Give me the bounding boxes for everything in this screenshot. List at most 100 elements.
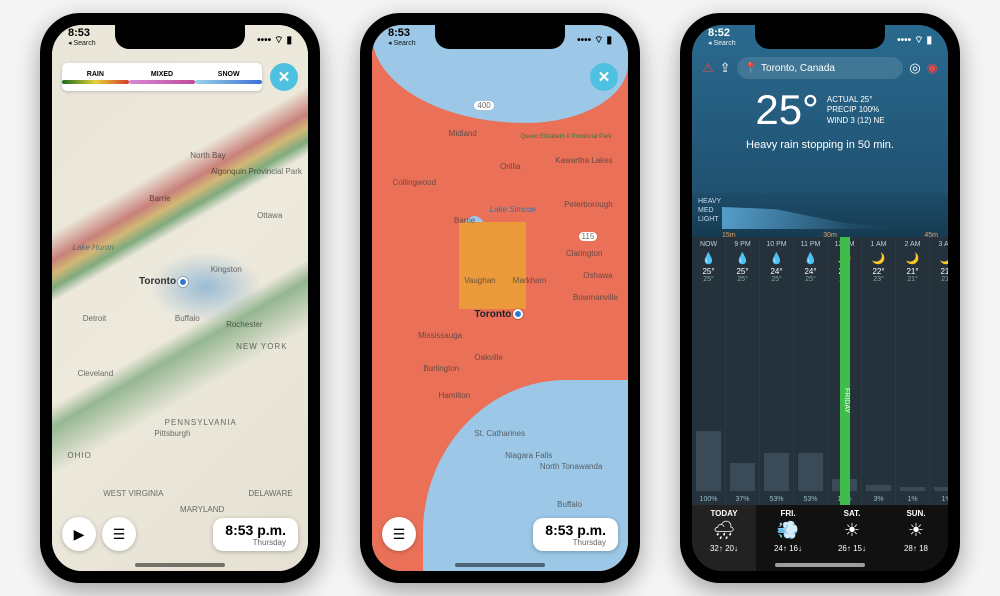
city-pittsburgh: Pittsburgh xyxy=(154,429,190,438)
city-toronto: Toronto xyxy=(139,276,188,287)
city-mississauga: Mississauga xyxy=(418,331,462,340)
day-icon: 🌧 xyxy=(692,520,756,542)
timestamp-time: 8:53 p.m. xyxy=(225,522,286,538)
city-ottawa: Ottawa xyxy=(257,211,282,220)
play-icon: ▶ xyxy=(74,526,85,543)
timestamp-time: 8:53 p.m. xyxy=(545,522,606,538)
precip-graph[interactable]: HEAVY MED LIGHT 15m 30m 45m xyxy=(692,193,948,237)
hour-col[interactable]: 1 AM🌙22°23°3% xyxy=(862,237,896,505)
hour-precip: 53% xyxy=(803,496,817,503)
city-collingwood: Collingwood xyxy=(392,178,436,187)
location-text: Toronto, Canada xyxy=(761,63,835,74)
day-col[interactable]: SAT.☀26↑ 15↓ xyxy=(820,505,884,571)
city-buffalo2: Buffalo xyxy=(557,500,582,509)
hour-icon: 💧 xyxy=(770,252,784,265)
hour-col[interactable]: 9 PM💧25°25°37% xyxy=(726,237,760,505)
hour-precip: 37% xyxy=(735,496,749,503)
day-label: FRI. xyxy=(756,509,820,518)
hour-icon: 🌙 xyxy=(940,252,948,265)
hour-col[interactable]: 3 AM🌙21°21°1% xyxy=(930,237,948,505)
layers-icon: ☰ xyxy=(113,526,126,543)
day-label: SAT. xyxy=(820,509,884,518)
breadcrumb-back[interactable]: ◂ Search xyxy=(68,40,96,47)
settings-icon[interactable]: ◎ xyxy=(909,60,920,76)
play-button[interactable]: ▶ xyxy=(62,517,96,551)
kawartha: Kawartha Lakes xyxy=(555,156,612,165)
hour-col[interactable]: NOW💧25°25°100% xyxy=(692,237,726,505)
wifi-icon: ⌔ xyxy=(274,34,283,47)
hour-precip: 53% xyxy=(769,496,783,503)
level-light: LIGHT xyxy=(698,215,721,224)
day-label: SUN. xyxy=(884,509,948,518)
city-oshawa: Oshawa xyxy=(583,271,612,280)
day-col[interactable]: SUN.☀28↑ 18 xyxy=(884,505,948,571)
timestamp-pill[interactable]: 8:53 p.m. Thursday xyxy=(533,518,618,551)
day-col[interactable]: FRI.💨24↑ 16↓ xyxy=(756,505,820,571)
city-barrie: Barrie xyxy=(454,216,475,225)
city-vaughan: Vaughan xyxy=(464,276,495,285)
layers-button[interactable]: ☰ xyxy=(382,517,416,551)
city-markham: Markham xyxy=(513,276,546,285)
hour-icon: 🌙 xyxy=(872,252,886,265)
alert-icon[interactable]: ⚠ xyxy=(702,60,714,76)
hour-precip: 3% xyxy=(873,496,883,503)
daily-forecast[interactable]: TODAY🌧32↑ 20↓FRI.💨24↑ 16↓SAT.☀26↑ 15↓SUN… xyxy=(692,505,948,571)
state-ohio: OHIO xyxy=(67,451,91,460)
hourly-forecast[interactable]: NOW💧25°25°100%9 PM💧25°25°37%10 PM💧24°25°… xyxy=(692,237,948,505)
breadcrumb-back[interactable]: ◂ Search xyxy=(708,40,736,47)
hour-icon: 💧 xyxy=(702,252,716,265)
location-pill[interactable]: 📍 Toronto, Canada xyxy=(737,57,904,79)
hour-temp: 22° xyxy=(872,267,884,276)
level-heavy: HEAVY xyxy=(698,197,721,206)
wifi-icon: ⌔ xyxy=(594,34,603,47)
route-115: 115 xyxy=(579,232,598,241)
warning-map[interactable]: Toronto Barrie Vaughan Markham Mississau… xyxy=(372,25,628,571)
day-icon: ☀ xyxy=(884,520,948,542)
precip-legend: RAIN MIXED SNOW xyxy=(62,63,262,91)
home-indicator[interactable] xyxy=(455,563,545,567)
day-temps: 32↑ 20↓ xyxy=(692,544,756,553)
close-icon: ✕ xyxy=(598,68,611,86)
hour-icon: 💧 xyxy=(804,252,818,265)
hour-label: 2 AM xyxy=(905,241,921,248)
city-midland: Midland xyxy=(449,129,477,138)
city-oakville: Oakville xyxy=(474,353,502,362)
breadcrumb-back[interactable]: ◂ Search xyxy=(388,40,416,47)
city-northbay: North Bay xyxy=(190,151,226,160)
state-penn: PENNSYLVANIA xyxy=(165,418,237,427)
label-algonquin: Algonquin Provincial Park xyxy=(211,167,302,176)
close-button[interactable]: ✕ xyxy=(590,63,618,91)
city-rochester: Rochester xyxy=(226,320,262,329)
city-hamilton: Hamilton xyxy=(439,391,471,400)
route-400: 400 xyxy=(474,101,493,110)
day-col[interactable]: TODAY 🌧 32↑ 20↓ xyxy=(692,505,756,571)
battery-icon: ▮ xyxy=(286,35,292,46)
home-indicator[interactable] xyxy=(135,563,225,567)
close-button[interactable]: ✕ xyxy=(270,63,298,91)
hour-col[interactable]: 2 AM🌙21°21°1% xyxy=(896,237,930,505)
hour-feel: 25° xyxy=(771,276,782,283)
hour-label: 10 PM xyxy=(766,241,786,248)
hour-precip: 100% xyxy=(700,496,718,503)
radar-map[interactable]: Toronto Ottawa Kingston Buffalo Rocheste… xyxy=(52,25,308,571)
signal-icon: •••• xyxy=(257,35,271,46)
city-buffalo: Buffalo xyxy=(175,314,200,323)
day-label: TODAY xyxy=(692,509,756,518)
wind-info: WIND 3 (12) NE xyxy=(827,116,885,126)
wifi-icon: ⌔ xyxy=(914,34,923,47)
hour-temp: 21° xyxy=(906,267,918,276)
hour-label: NOW xyxy=(700,241,717,248)
home-indicator[interactable] xyxy=(775,563,865,567)
hour-col[interactable]: 11 PM💧24°25°53% xyxy=(794,237,828,505)
layers-button[interactable]: ☰ xyxy=(102,517,136,551)
hour-col[interactable]: 10 PM 💧 24°25° 53% xyxy=(760,237,794,505)
city-clarington: Clarington xyxy=(566,249,602,258)
radar-icon[interactable]: ◉ xyxy=(927,60,938,76)
day-icon: 💨 xyxy=(756,520,820,542)
hour-precip: 1% xyxy=(941,496,948,503)
hour-temp: 24° xyxy=(770,267,782,276)
hour-icon: 🌙 xyxy=(906,252,920,265)
timestamp-pill[interactable]: 8:53 p.m. Thursday xyxy=(213,518,298,551)
share-icon[interactable]: ⇪ xyxy=(720,60,731,76)
hour-feel: 21° xyxy=(941,276,948,283)
